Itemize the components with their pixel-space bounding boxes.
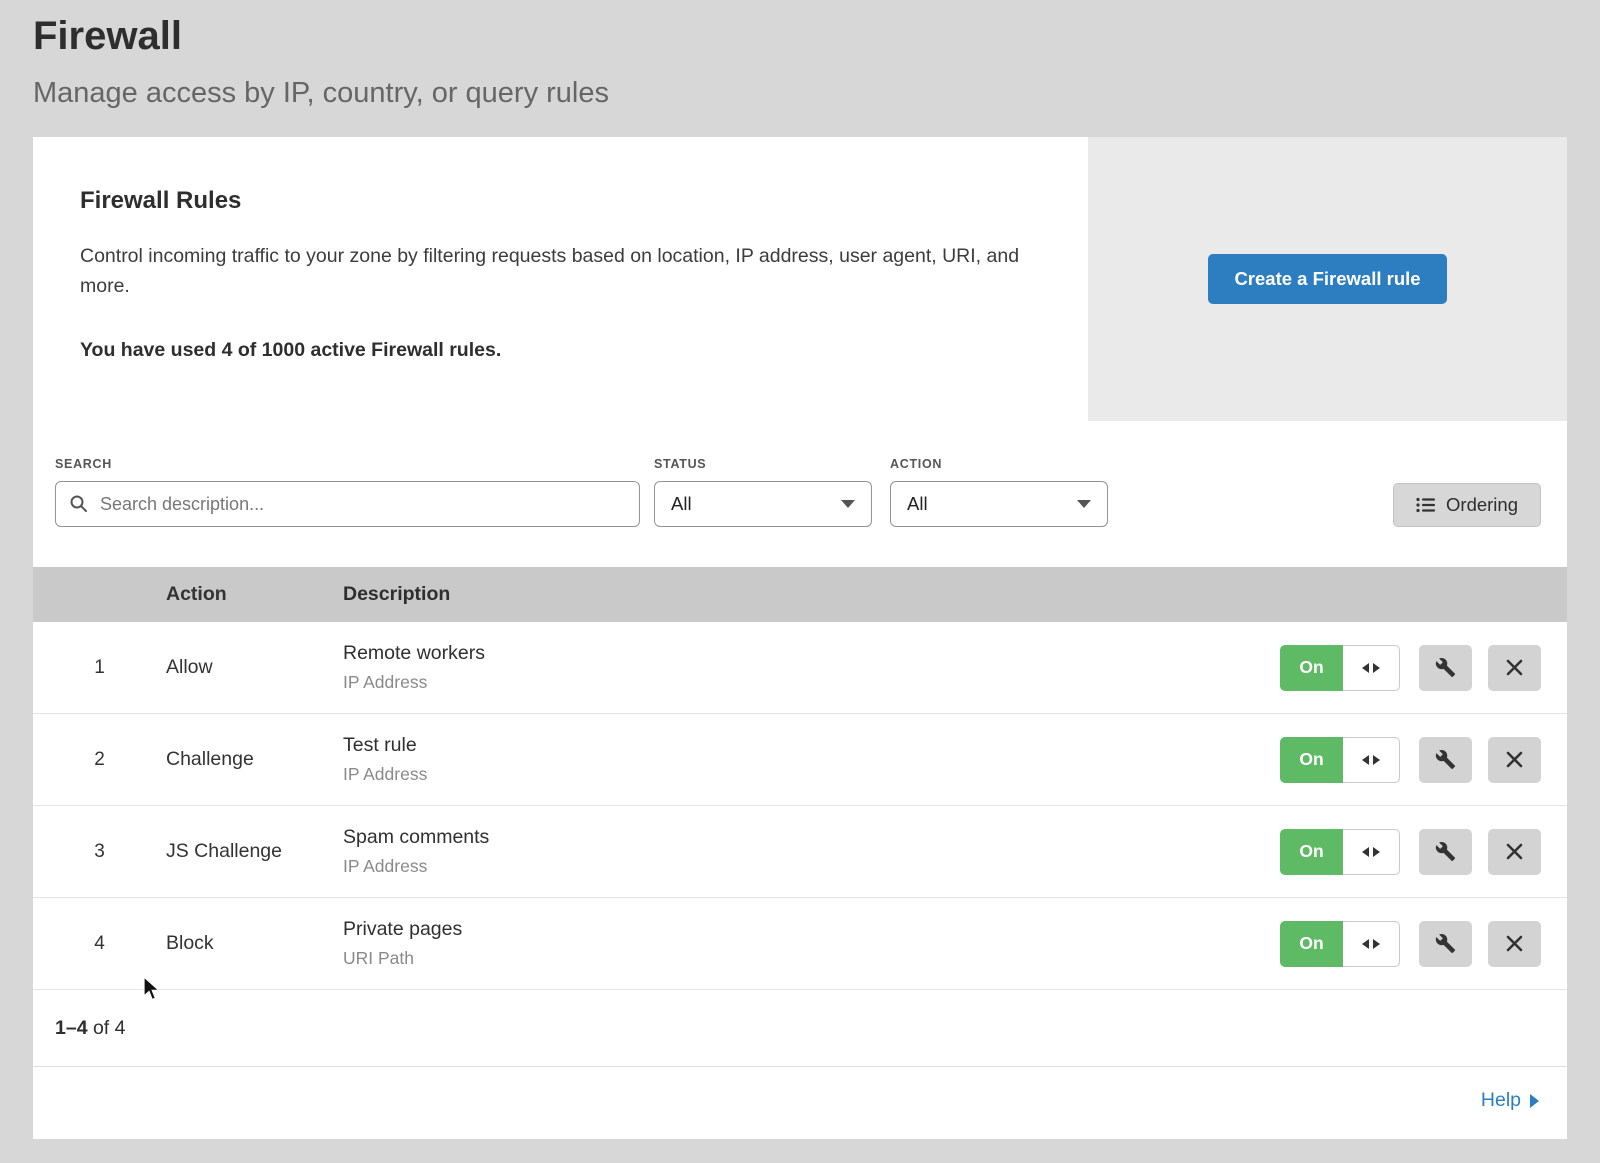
rule-priority: 1 — [33, 657, 166, 679]
action-group: ACTION All — [890, 457, 1108, 527]
toggle-arrows-icon — [1343, 829, 1400, 875]
search-label: SEARCH — [55, 457, 640, 471]
search-input-wrap — [55, 481, 640, 527]
rule-priority: 4 — [33, 933, 166, 955]
edit-rule-button[interactable] — [1419, 921, 1472, 967]
firewall-rules-info: Firewall Rules Control incoming traffic … — [33, 137, 1088, 421]
rule-priority: 2 — [33, 749, 166, 771]
rule-action: Allow — [166, 656, 343, 679]
search-input[interactable] — [55, 481, 640, 527]
rule-description: Spam comments — [343, 826, 1280, 849]
rule-enable-toggle[interactable]: On — [1280, 829, 1400, 875]
status-select-value: All — [671, 493, 692, 515]
list-ordering-icon — [1416, 497, 1435, 513]
rule-enable-toggle[interactable]: On — [1280, 921, 1400, 967]
main-content: Firewall Rules Control incoming traffic … — [33, 137, 1567, 1139]
rule-action: Block — [166, 932, 343, 955]
table-header: Action Description — [33, 567, 1567, 622]
create-firewall-rule-button[interactable]: Create a Firewall rule — [1208, 254, 1446, 304]
card-usage-text: You have used 4 of 1000 active Firewall … — [80, 339, 1040, 362]
caret-right-icon — [1530, 1094, 1539, 1108]
help-link[interactable]: Help — [1481, 1089, 1521, 1112]
delete-rule-button[interactable] — [1488, 921, 1541, 967]
rule-match-type: IP Address — [343, 672, 1280, 693]
delete-rule-button[interactable] — [1488, 737, 1541, 783]
edit-rule-button[interactable] — [1419, 737, 1472, 783]
search-icon — [69, 494, 89, 514]
wrench-icon — [1435, 657, 1456, 678]
action-label: ACTION — [890, 457, 1108, 471]
table-row: 3 JS Challenge Spam comments IP Address … — [33, 806, 1567, 898]
pagination-range: 1–4 — [55, 1017, 88, 1039]
rule-priority: 3 — [33, 841, 166, 863]
help-row: Help — [33, 1067, 1567, 1139]
rule-enable-toggle[interactable]: On — [1280, 645, 1400, 691]
rule-controls: On — [1280, 737, 1567, 783]
search-group: SEARCH — [55, 457, 640, 527]
toggle-arrows-icon — [1343, 737, 1400, 783]
toggle-on-label: On — [1280, 829, 1343, 875]
rule-action: Challenge — [166, 748, 343, 771]
toggle-on-label: On — [1280, 645, 1343, 691]
rule-match-type: URI Path — [343, 948, 1280, 969]
rule-enable-toggle[interactable]: On — [1280, 737, 1400, 783]
rule-controls: On — [1280, 829, 1567, 875]
status-select[interactable]: All — [654, 481, 872, 527]
x-icon — [1506, 843, 1523, 860]
toggle-on-label: On — [1280, 737, 1343, 783]
chevron-down-icon — [1077, 500, 1091, 508]
status-group: STATUS All — [654, 457, 872, 527]
wrench-icon — [1435, 933, 1456, 954]
ordering-button-label: Ordering — [1446, 494, 1518, 516]
firewall-rules-table: Action Description 1 Allow Remote worker… — [33, 567, 1567, 990]
rule-description: Private pages — [343, 918, 1280, 941]
rule-description-cell: Spam comments IP Address — [343, 826, 1280, 877]
edit-rule-button[interactable] — [1419, 645, 1472, 691]
table-row: 2 Challenge Test rule IP Address On — [33, 714, 1567, 806]
wrench-icon — [1435, 841, 1456, 862]
rule-match-type: IP Address — [343, 764, 1280, 785]
table-row: 1 Allow Remote workers IP Address On — [33, 622, 1567, 714]
delete-rule-button[interactable] — [1488, 645, 1541, 691]
delete-rule-button[interactable] — [1488, 829, 1541, 875]
action-select-value: All — [907, 493, 928, 515]
wrench-icon — [1435, 749, 1456, 770]
rule-description-cell: Test rule IP Address — [343, 734, 1280, 785]
pagination-suffix: of 4 — [88, 1017, 126, 1039]
toggle-arrows-icon — [1343, 921, 1400, 967]
rules-panel: SEARCH STATUS All ACTION — [33, 421, 1567, 1139]
rule-description-cell: Private pages URI Path — [343, 918, 1280, 969]
card-title: Firewall Rules — [80, 187, 1040, 215]
chevron-down-icon — [841, 500, 855, 508]
toggle-on-label: On — [1280, 921, 1343, 967]
rule-controls: On — [1280, 921, 1567, 967]
header-description: Description — [343, 583, 1567, 606]
x-icon — [1506, 935, 1523, 952]
rule-description: Test rule — [343, 734, 1280, 757]
page-title: Firewall — [33, 14, 1567, 59]
rule-description: Remote workers — [343, 642, 1280, 665]
header-action: Action — [166, 583, 343, 606]
toggle-arrows-icon — [1343, 645, 1400, 691]
table-row: 4 Block Private pages URI Path On — [33, 898, 1567, 990]
pagination: 1–4 of 4 — [33, 990, 1567, 1067]
rule-controls: On — [1280, 645, 1567, 691]
rule-action: JS Challenge — [166, 840, 343, 863]
filters-bar: SEARCH STATUS All ACTION — [33, 457, 1567, 527]
x-icon — [1506, 751, 1523, 768]
ordering-button[interactable]: Ordering — [1393, 483, 1541, 527]
page-header: Firewall Manage access by IP, country, o… — [0, 0, 1600, 110]
edit-rule-button[interactable] — [1419, 829, 1472, 875]
create-rule-panel: Create a Firewall rule — [1088, 137, 1567, 421]
rule-description-cell: Remote workers IP Address — [343, 642, 1280, 693]
card-description: Control incoming traffic to your zone by… — [80, 241, 1020, 301]
action-select[interactable]: All — [890, 481, 1108, 527]
rule-match-type: IP Address — [343, 856, 1280, 877]
page-subtitle: Manage access by IP, country, or query r… — [33, 77, 1567, 110]
status-label: STATUS — [654, 457, 872, 471]
x-icon — [1506, 659, 1523, 676]
firewall-rules-card: Firewall Rules Control incoming traffic … — [33, 137, 1567, 421]
